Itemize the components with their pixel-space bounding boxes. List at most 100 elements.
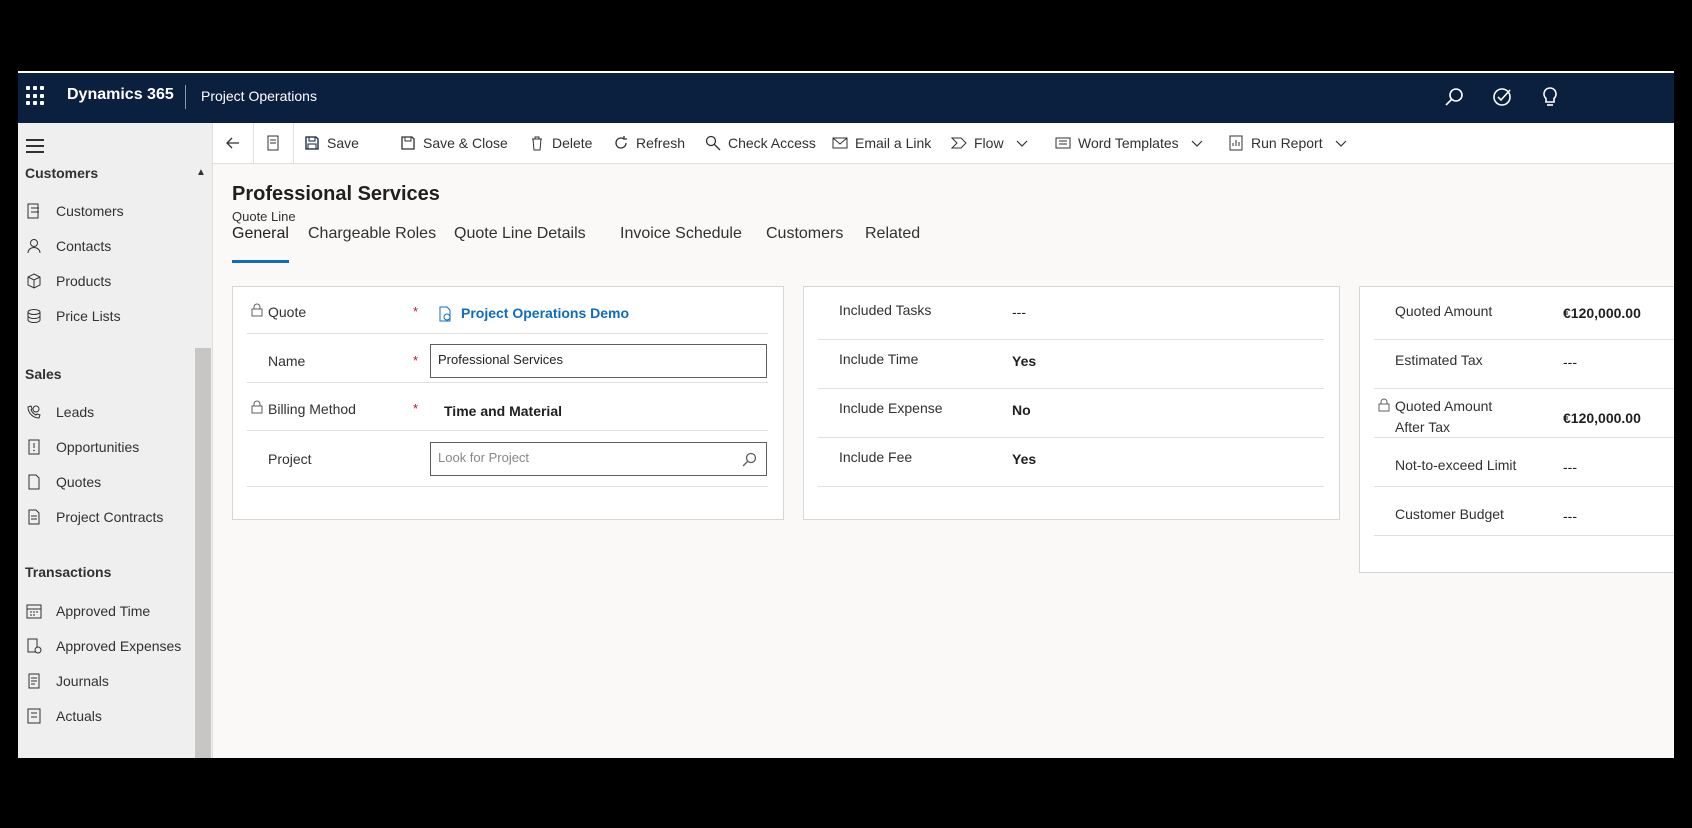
estimated-tax-label: Estimated Tax [1395,352,1483,368]
include-fee-label: Include Fee [839,449,913,465]
tab-chargeable-roles[interactable]: Chargeable Roles [308,225,436,259]
app-window: Dynamics 365 Project Operations Customer… [18,71,1674,758]
search-icon [705,135,721,151]
row-divider [1374,388,1674,389]
report-icon [1229,135,1243,151]
refresh-button[interactable]: Refresh [613,123,685,163]
sidebar-item-price-lists[interactable]: Price Lists [18,302,194,332]
save-label: Save [327,135,359,151]
alert-doc-icon [28,439,40,455]
delete-button[interactable]: Delete [529,123,592,163]
save-button[interactable]: Save [304,123,359,163]
person-icon [27,239,41,254]
save-close-label: Save & Close [423,135,508,151]
included-tasks-label: Included Tasks [839,302,932,318]
app-name[interactable]: Project Operations [201,88,317,104]
sidebar-scrollbar-thumb[interactable] [195,348,211,758]
form-selector-button[interactable] [265,123,288,163]
not-to-exceed-label: Not-to-exceed Limit [1395,457,1517,473]
record-entity-name: Quote Line [232,209,296,224]
row-divider [247,430,768,431]
check-access-button[interactable]: Check Access [705,123,816,163]
row-divider [818,388,1324,389]
check-access-label: Check Access [728,135,816,151]
include-expense-label: Include Expense [839,400,943,416]
sidebar-item-opportunities[interactable]: Opportunities [18,433,194,463]
app-launcher-icon[interactable] [26,86,46,106]
email-link-icon [832,137,848,149]
include-time-value[interactable]: Yes [1012,353,1036,369]
sidebar-item-label: Approved Time [56,603,151,619]
word-templates-button[interactable]: Word Templates [1055,123,1203,163]
not-to-exceed-value[interactable]: --- [1563,459,1577,475]
required-indicator: * [413,304,419,319]
tab-customers[interactable]: Customers [766,225,843,259]
sidebar-item-customers[interactable]: Customers [18,197,194,227]
amounts-section: Quoted Amount €120,000.00 Estimated Tax … [1359,286,1674,573]
quote-lookup-icon [439,306,451,322]
refresh-label: Refresh [636,135,686,151]
include-expense-value[interactable]: No [1012,402,1031,418]
command-bar: Save Save & Close Delete Refresh Check A… [213,123,1674,164]
command-separator [293,123,294,163]
row-divider [247,382,768,383]
search-icon[interactable] [742,451,758,467]
row-divider [247,333,768,334]
quote-label: Quote [268,304,307,320]
word-template-icon [1055,137,1071,149]
estimated-tax-value: --- [1563,354,1577,370]
sidebar-item-label: Customers [56,203,124,219]
run-report-button[interactable]: Run Report [1228,123,1347,163]
sidebar-item-label: Quotes [56,474,102,490]
top-navigation-bar: Dynamics 365 Project Operations [18,73,1674,123]
chevron-up-icon[interactable]: ▲ [196,167,206,178]
project-lookup-input[interactable]: Look for Project [430,442,767,476]
include-time-label: Include Time [839,351,919,367]
customer-budget-value[interactable]: --- [1563,508,1577,524]
quoted-amount-label: Quoted Amount [1395,303,1493,319]
customers-icon [27,203,39,219]
billing-method-label: Billing Method [268,401,356,417]
back-button[interactable] [225,123,248,163]
sidebar-item-products[interactable]: Products [18,267,194,297]
name-input[interactable]: Professional Services [430,344,767,378]
include-options-section: Included Tasks --- Include Time Yes Incl… [803,286,1340,520]
sidebar-item-leads[interactable]: Leads [18,398,194,428]
actuals-icon [27,708,41,724]
sidebar-item-approved-expenses[interactable]: Approved Expenses [18,632,194,662]
sidebar-item-quotes[interactable]: Quotes [18,468,194,498]
hamburger-menu-icon[interactable] [26,139,44,153]
word-templates-label: Word Templates [1078,135,1179,151]
tab-general[interactable]: General [232,225,289,263]
include-fee-value[interactable]: Yes [1012,451,1036,467]
email-link-button[interactable]: Email a Link [832,123,931,163]
sidebar-item-actuals[interactable]: Actuals [18,702,194,732]
tab-related[interactable]: Related [865,225,920,259]
lock-icon [1378,398,1390,412]
quote-lookup-link[interactable]: Project Operations Demo [461,305,629,321]
sidebar-item-label: Products [56,273,112,289]
task-check-icon[interactable] [1490,85,1514,109]
search-icon[interactable] [1442,85,1466,109]
expense-icon [27,638,42,654]
email-link-label: Email a Link [855,135,932,151]
save-and-close-button[interactable]: Save & Close [400,123,508,163]
sidebar-item-approved-time[interactable]: Approved Time [18,597,194,627]
database-icon [27,309,41,324]
sidebar-item-label: Actuals [56,708,102,724]
brand-name[interactable]: Dynamics 365 [67,86,174,104]
included-tasks-value[interactable]: --- [1012,304,1026,320]
sidebar-item-project-contracts[interactable]: Project Contracts [18,503,194,533]
required-indicator: * [413,401,419,416]
tab-invoice-schedule[interactable]: Invoice Schedule [620,225,742,259]
group-title-customers: Customers [25,165,99,181]
tab-quote-line-details[interactable]: Quote Line Details [454,225,586,259]
sidebar-item-journals[interactable]: Journals [18,667,194,697]
sidebar-item-contacts[interactable]: Contacts [18,232,194,262]
general-section: Quote * Project Operations Demo Name * P… [232,286,784,520]
save-icon [305,136,319,150]
row-divider [818,437,1324,438]
flow-button[interactable]: Flow [951,123,1028,163]
lightbulb-icon[interactable] [1538,85,1562,109]
billing-method-value: Time and Material [444,403,563,419]
